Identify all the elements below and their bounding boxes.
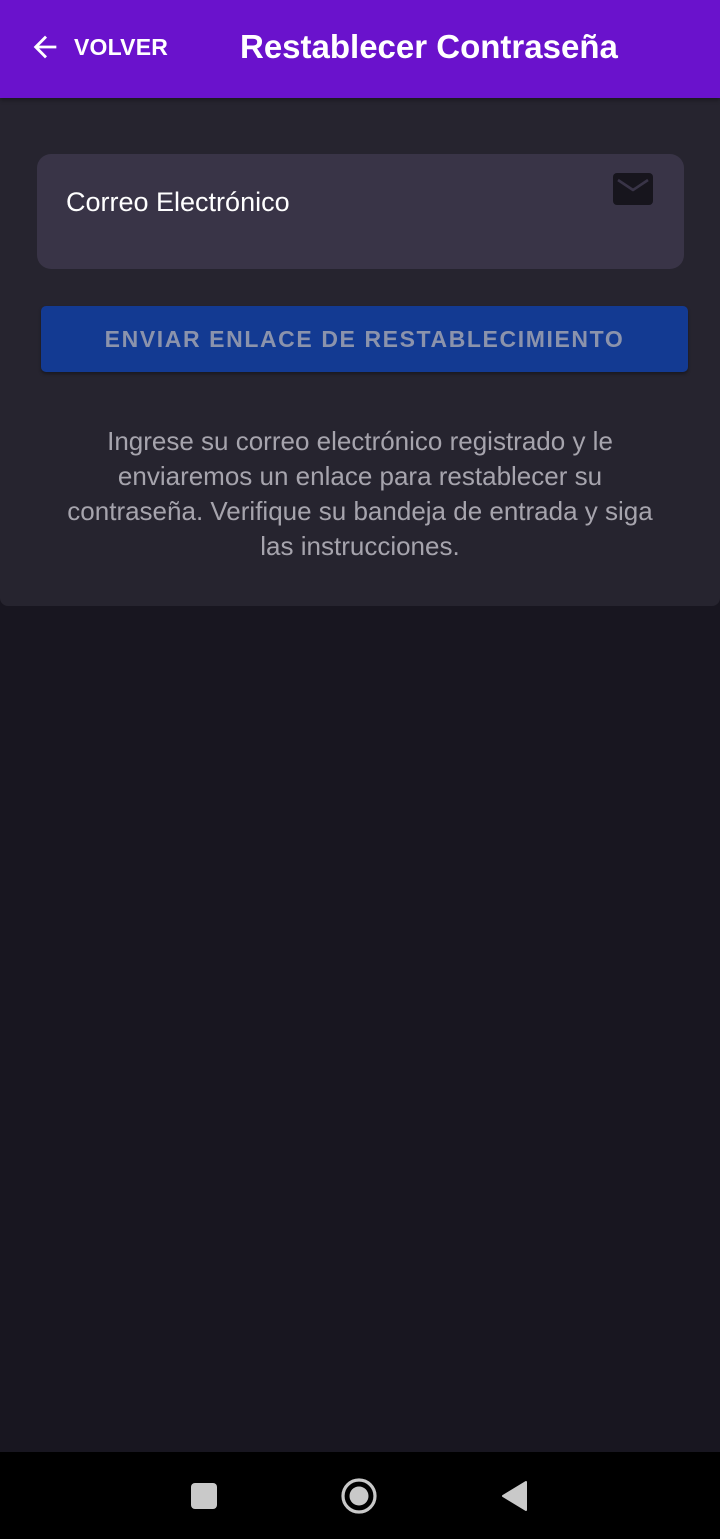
arrow-left-icon <box>28 30 62 64</box>
email-field[interactable]: Correo Electrónico <box>37 154 684 269</box>
back-button-label: VOLVER <box>74 33 169 60</box>
reset-form-panel: Correo Electrónico ENVIAR ENLACE DE REST… <box>0 98 720 606</box>
page-title: Restablecer Contraseña <box>240 28 618 65</box>
home-button[interactable] <box>319 1452 399 1539</box>
send-reset-link-button[interactable]: ENVIAR ENLACE DE RESTABLECIMIENTO <box>41 306 688 372</box>
recents-button[interactable] <box>164 1452 244 1539</box>
square-icon <box>190 1482 218 1510</box>
circle-home-icon <box>340 1477 378 1515</box>
app-bar: VOLVER Restablecer Contraseña <box>0 0 720 98</box>
reset-password-screen: VOLVER Restablecer Contraseña Correo Ele… <box>0 0 720 1539</box>
system-nav-bar <box>0 1452 720 1539</box>
back-button[interactable]: VOLVER <box>28 24 168 70</box>
system-back-button[interactable] <box>474 1452 554 1539</box>
triangle-back-icon <box>500 1480 528 1512</box>
help-text: Ingrese su correo electrónico registrado… <box>67 426 653 561</box>
email-field-label: Correo Electrónico <box>66 187 290 217</box>
mail-icon <box>613 173 653 205</box>
send-reset-link-label: ENVIAR ENLACE DE RESTABLECIMIENTO <box>104 325 625 352</box>
